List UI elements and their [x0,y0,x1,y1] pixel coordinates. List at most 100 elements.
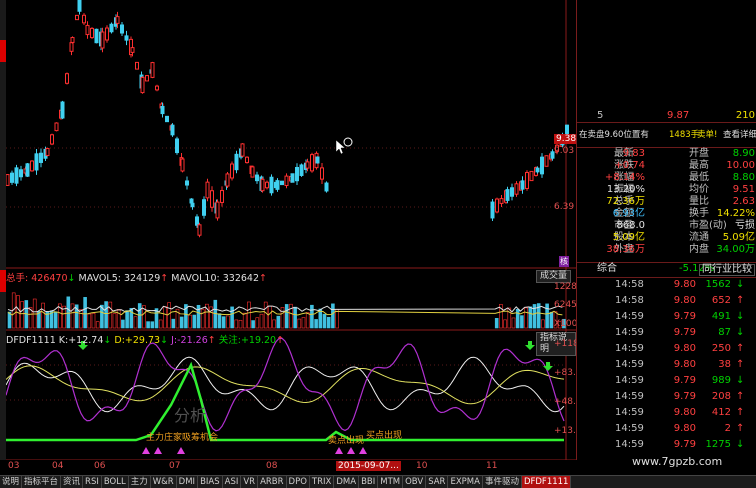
chart-canvas[interactable] [6,0,576,460]
tick-time: 14:59 [615,423,644,434]
volume-bar [95,321,100,329]
volume-bar [87,313,92,329]
stat-label: 流通 [689,232,709,243]
chart-area[interactable]: 9.38 9.03 6.39 核 总手: 426470↓ MAVOL5: 324… [6,0,587,460]
indicator-tab[interactable]: 事件驱动 [483,476,522,488]
indicator-tab[interactable]: EXPMA [448,476,483,488]
up-arrow-icon: ↑ [736,407,745,418]
quote-stat-row: 市盈 868.0 市盈(动) 亏损 [577,220,756,232]
candle-body [130,47,135,53]
tick-price: 9.80 [673,343,696,354]
up-arrow-icon: ↑ [276,335,285,346]
up-arrow-icon: ↑ [736,423,745,434]
order-banner[interactable]: 在卖盘9.60位置有 1483手 卖单! 查看详细 [577,122,756,148]
volume-bar [314,319,318,329]
candle-body [85,24,90,36]
indicator-tab[interactable]: DMA [334,476,360,488]
stat-value: 亏损 [735,220,755,231]
indicator-tab[interactable]: ASI [223,476,242,488]
volume-bar [284,304,289,329]
sell-arrow-icon [525,341,535,350]
volume-bar [192,314,197,329]
indicator-tab[interactable]: MTM [378,476,404,488]
indicator-tab[interactable]: DMI [177,476,199,488]
tick-volume: 87 [718,327,731,338]
tick-row: 14:59 9.80 250 ↑ [577,341,756,357]
volume-bar [167,302,171,329]
volume-bar [515,308,520,329]
indicator-tab[interactable]: BIAS [198,476,223,488]
up-arrow-icon: ↑ [736,295,745,306]
candle-body [145,75,149,82]
stat-value: 13.20% [606,184,645,195]
stat-label: 换手 [689,208,709,219]
volume-bar [230,306,234,329]
indicator-tab[interactable]: 主力 [129,476,151,488]
candle-body [514,183,519,195]
volume-bar [247,301,251,329]
up-arrow-icon: ↑ [736,391,745,402]
buy-triangle-icon [177,447,185,454]
quote-stat-row: 最新 9.83 开盘 8.90 [577,148,756,160]
candle-body [30,160,34,172]
tick-time: 14:58 [615,295,644,306]
volume-bar [255,317,260,329]
candle-body [115,16,120,24]
candle-body [310,154,314,172]
indicator-tab-bar: 说明 指标平台 资讯 RSI BOLL 主力 W&R DMI BIAS ASI VR ARBR DPO T… [0,475,756,488]
indicator-tab[interactable]: 说明 [0,476,23,488]
indicator-tab[interactable]: DPO [287,476,310,488]
time-axis-label: 06 [94,461,106,471]
indicator-tab[interactable]: BBI [359,476,379,488]
stat-value: 6.93亿 [612,208,645,219]
candle-body [490,201,495,219]
order-banner-detail-link[interactable]: 查看详细 [723,129,756,141]
up-arrow-icon: ↑ [160,273,169,284]
stat-value: 8.90 [732,148,755,159]
k-line [6,356,565,413]
buy-triangle-icon [359,447,367,454]
indicator-tab[interactable]: 资讯 [61,476,84,488]
candle-body [39,152,43,163]
volume-pane-title: 总手: 426470↓ MAVOL5: 324129↑ MAVOL10: 332… [6,270,267,284]
volume-bar [137,303,142,329]
indicator-tab[interactable]: TRIX [310,476,335,488]
stat-value: 2.63 [732,196,755,207]
tick-row: 14:59 9.79 1275 ↓ [577,437,756,453]
volume-bar [53,311,58,329]
indicator-tab[interactable]: 指标平台 [22,476,62,488]
indicator-tab[interactable]: VR [241,476,259,488]
candle-body [135,61,139,70]
candle-body [34,153,39,171]
volume-bar [251,320,255,329]
candle-body [180,158,185,172]
tick-row: 14:59 9.80 412 ↑ [577,405,756,421]
tick-time: 14:59 [615,439,644,450]
volume-bar [108,301,113,329]
tick-time: 14:59 [615,327,644,338]
stat-value: 9.83 [622,148,645,159]
candle-body [315,156,320,164]
down-arrow-icon: ↓ [160,335,169,346]
industry-compare-button[interactable]: 同行业比较 [699,264,755,276]
up-arrow-icon: ↑ [259,273,267,284]
indicator-tab[interactable]: SAR [426,476,449,488]
indicator-tab[interactable]: RSI [83,476,102,488]
k-label: K: [58,335,69,346]
stat-value: 5.09亿 [722,232,755,243]
volume-bar [524,307,528,329]
tick-time: 14:59 [615,375,644,386]
volume-bar [242,312,247,329]
indicator-tab[interactable]: DFDF1111 [521,476,572,488]
order-banner-qty: 1483手 [669,130,700,140]
candle-body [197,224,202,236]
time-axis-label: 08 [266,461,278,471]
volume-bar [322,313,327,329]
mavol5-label: MAVOL5: [78,273,121,284]
indicator-tab[interactable]: BOLL [102,476,129,488]
indicator-tab[interactable]: W&R [151,476,177,488]
indicator-tab[interactable]: OBV [403,476,427,488]
tick-time: 14:58 [615,279,644,290]
indicator-tab[interactable]: ARBR [258,476,287,488]
quote-stat-row: 股本 5.09亿 流通 5.09亿 [577,232,756,244]
